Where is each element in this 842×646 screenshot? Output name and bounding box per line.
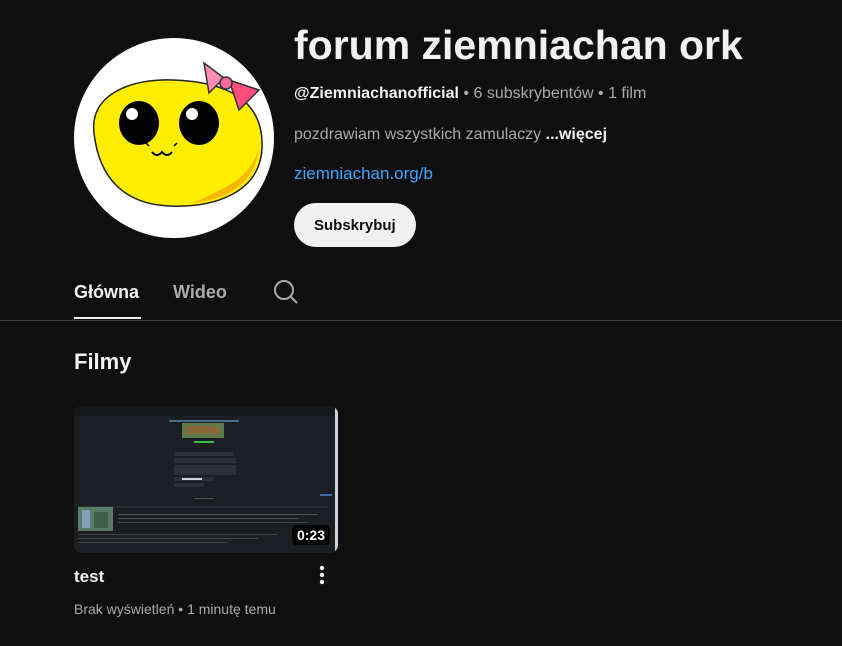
view-count: Brak wyświetleń xyxy=(74,601,175,617)
avatar-potato-image xyxy=(93,61,263,207)
tab-home[interactable]: Główna xyxy=(74,282,139,303)
tab-videos[interactable]: Wideo xyxy=(173,282,227,303)
channel-meta: @Ziemniachanofficial • 6 subskrybentów •… xyxy=(294,85,646,103)
section-title: Filmy xyxy=(74,349,132,374)
subscriber-count: 6 subskrybentów xyxy=(473,85,594,102)
channel-handle: @Ziemniachanofficial xyxy=(294,85,459,102)
channel-link[interactable]: ziemniachan.org/b xyxy=(294,164,433,184)
description-text: pozdrawiam wszystkich zamulaczy xyxy=(294,126,542,143)
video-thumbnail[interactable]: 0:23 xyxy=(74,406,338,553)
meta-separator: • xyxy=(463,85,470,102)
channel-avatar[interactable] xyxy=(74,38,274,238)
upload-age: 1 minutę temu xyxy=(187,601,276,617)
search-icon[interactable] xyxy=(272,278,300,306)
channel-description[interactable]: pozdrawiam wszystkich zamulaczy ...więce… xyxy=(294,126,607,144)
more-link[interactable]: ...więcej xyxy=(546,126,607,143)
tabs-divider xyxy=(0,320,842,321)
video-meta: Brak wyświetleń • 1 minutę temu xyxy=(74,601,276,617)
more-vertical-icon[interactable] xyxy=(312,563,332,589)
subscribe-button[interactable]: Subskrybuj xyxy=(294,203,416,247)
active-tab-indicator xyxy=(74,317,141,319)
channel-title: forum ziemniachan ork xyxy=(294,22,743,68)
channel-tabs: Główna Wideo xyxy=(74,270,774,320)
video-count: 1 film xyxy=(608,85,647,102)
video-duration: 0:23 xyxy=(291,525,330,545)
meta-separator: • xyxy=(178,601,184,617)
meta-separator: • xyxy=(598,85,604,102)
video-title[interactable]: test xyxy=(74,567,104,587)
